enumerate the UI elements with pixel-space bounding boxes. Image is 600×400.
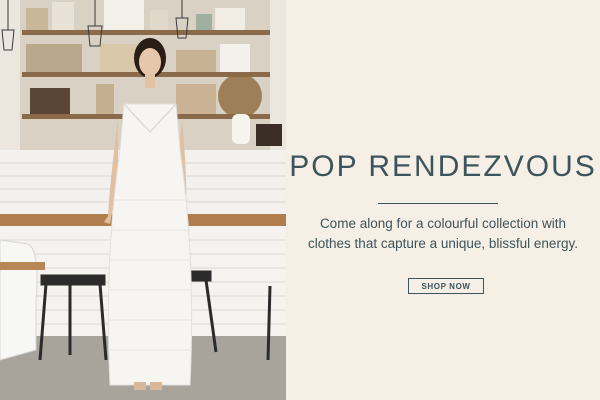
shop-now-button[interactable]: SHOP NOW: [408, 278, 484, 294]
promo-banner: POP RENDEZVOUS Come along for a colourfu…: [0, 0, 600, 400]
model-photo: [0, 0, 286, 400]
promo-text-panel: POP RENDEZVOUS Come along for a colourfu…: [286, 0, 600, 400]
promo-title: POP RENDEZVOUS: [289, 150, 597, 183]
title-divider: [378, 203, 498, 204]
cafe-scene-image: [0, 0, 286, 400]
promo-description: Come along for a colourful collection wi…: [308, 216, 578, 251]
